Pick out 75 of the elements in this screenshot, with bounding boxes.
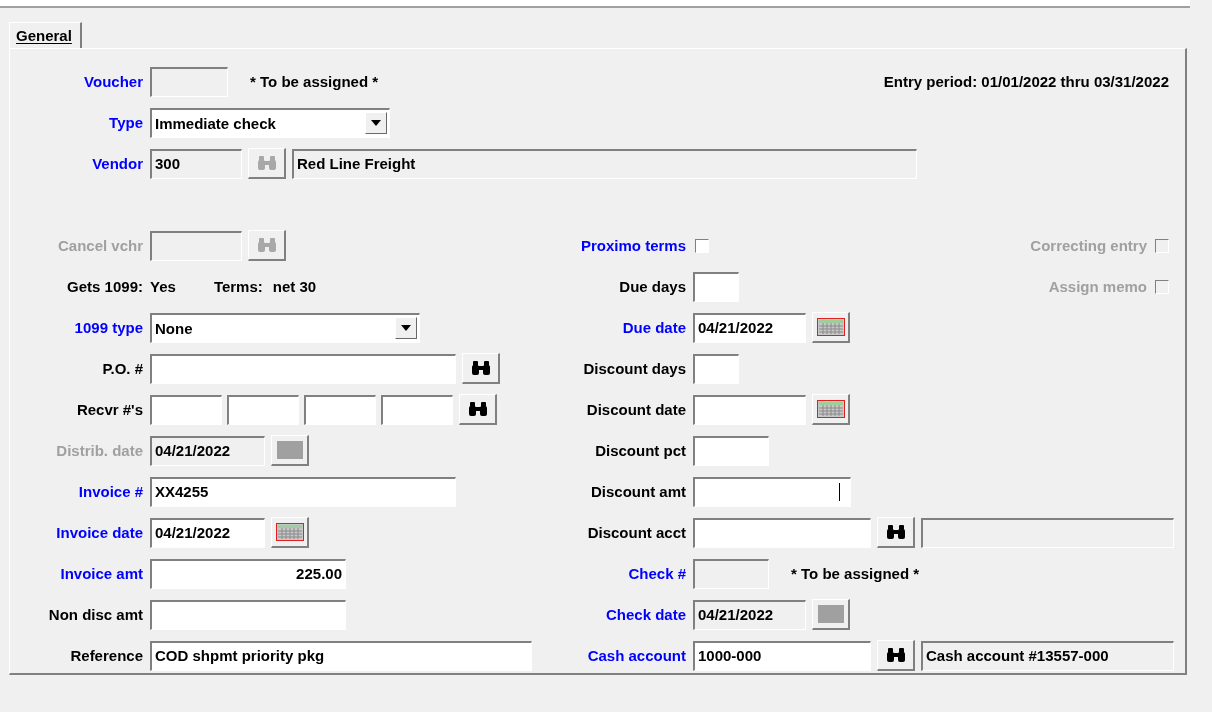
input-field[interactable] [304, 394, 376, 425]
input-field[interactable] [150, 599, 346, 630]
input-field[interactable] [381, 394, 453, 425]
dropdown[interactable]: Immediate check [150, 107, 390, 138]
calendar-icon [816, 318, 845, 336]
lookup-button[interactable] [877, 517, 915, 548]
input-field[interactable] [693, 517, 871, 548]
field-label: Discount days [582, 360, 686, 377]
field-label: Recvr #'s [75, 401, 143, 418]
checkbox[interactable] [695, 238, 709, 253]
field-label: 1099 type [73, 319, 143, 336]
field-label: Invoice date [55, 524, 143, 541]
lookup-button[interactable] [459, 394, 497, 425]
calendar-icon [816, 400, 845, 418]
input-field[interactable] [227, 394, 299, 425]
input-field[interactable]: 225.00 [150, 558, 346, 589]
lookup-button[interactable] [462, 353, 500, 384]
field-label: Type [108, 114, 143, 131]
binoculars-icon [470, 360, 491, 376]
lookup-button[interactable] [877, 640, 915, 671]
field-label: Voucher [83, 73, 143, 90]
field-label: Vendor [91, 155, 143, 172]
calendar-icon [275, 523, 304, 541]
field-label: Discount date [585, 401, 686, 418]
input-field[interactable] [693, 353, 739, 384]
input-field[interactable] [693, 435, 769, 466]
field-label: Correcting entry [1030, 237, 1147, 254]
field-label: Gets 1099: [66, 278, 143, 295]
field-label: Discount acct [586, 524, 686, 541]
info-value: net 30 [272, 278, 317, 295]
field-label: Due days [618, 278, 686, 295]
field-label: Cancel vchr [56, 237, 143, 254]
input-field[interactable] [693, 271, 739, 302]
entry-period: Entry period: 01/01/2022 thru 03/31/2022 [883, 73, 1169, 90]
field-label: Proximo terms [579, 237, 686, 254]
tab[interactable]: General [9, 22, 82, 48]
binoculars-icon [467, 401, 488, 417]
input-field[interactable]: COD shpmt priority pkg [150, 640, 532, 671]
dropdown[interactable]: None [150, 312, 420, 343]
input-field[interactable]: 04/21/2022 [150, 517, 265, 548]
field-label: Check date [604, 606, 686, 623]
field-label: Discount pct [594, 442, 686, 459]
input-field[interactable] [693, 476, 851, 507]
field-label: Discount amt [590, 483, 686, 500]
binoculars-icon [256, 237, 277, 253]
info-value: Yes [150, 278, 176, 295]
input-field[interactable]: XX4255 [150, 476, 456, 507]
field-label: Invoice amt [59, 565, 143, 582]
field-label: P.O. # [101, 360, 143, 377]
field-label: Assign memo [1048, 278, 1147, 295]
field-label: Cash account [586, 647, 686, 664]
description-field: Cash account #13557-000 [921, 640, 1174, 671]
calendar-icon [817, 605, 844, 623]
input-field[interactable] [693, 394, 806, 425]
binoculars-icon [885, 647, 906, 663]
field-label: Invoice # [77, 483, 143, 500]
field-label: Terms: [213, 278, 263, 295]
assignment-note: * To be assigned * [791, 565, 920, 582]
calendar-button[interactable] [271, 517, 309, 548]
input-field[interactable] [150, 353, 456, 384]
binoculars-icon [885, 524, 906, 540]
description-field: Red Line Freight [292, 148, 917, 179]
calendar-icon [276, 441, 303, 459]
field-label: Non disc amt [47, 606, 143, 623]
field-label: Due date [621, 319, 686, 336]
binoculars-icon [256, 155, 277, 171]
input-field[interactable]: 04/21/2022 [693, 312, 806, 343]
field-label: Distrib. date [55, 442, 143, 459]
input-field[interactable]: 1000-000 [693, 640, 871, 671]
input-field[interactable] [150, 394, 222, 425]
field-label: Check # [627, 565, 686, 582]
field-label: Reference [69, 647, 143, 664]
calendar-button[interactable] [812, 394, 850, 425]
calendar-button[interactable] [812, 312, 850, 343]
assignment-note: * To be assigned * [250, 73, 379, 90]
